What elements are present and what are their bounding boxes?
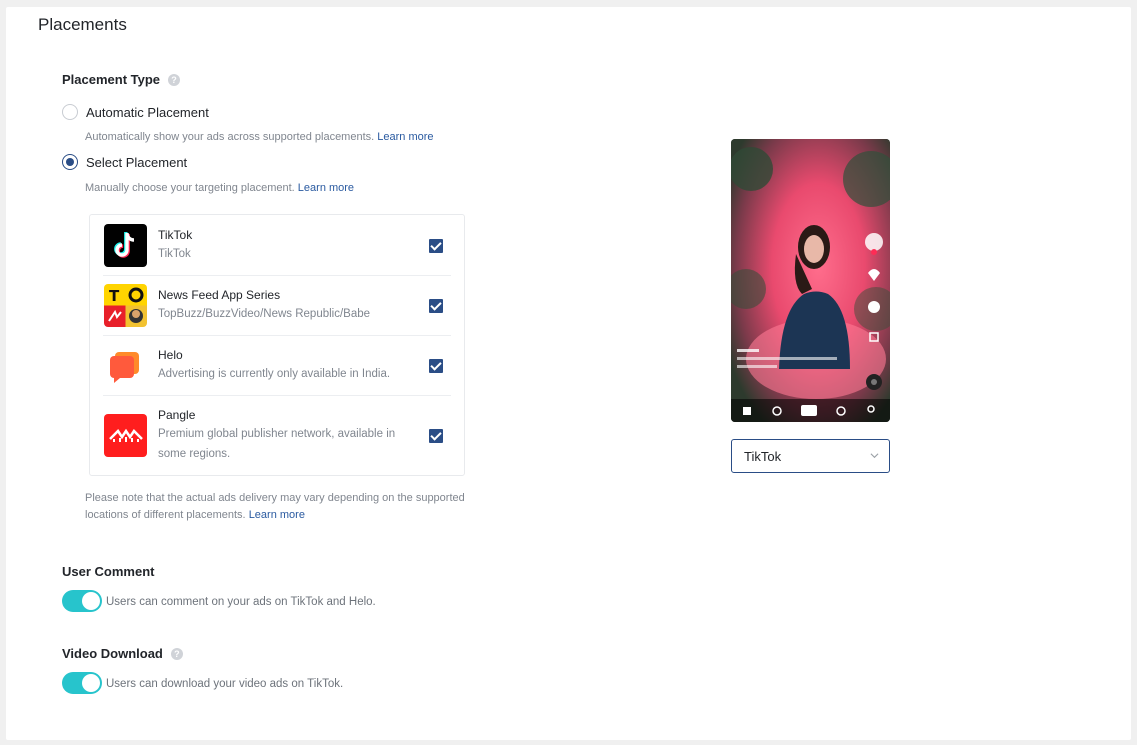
radio-automatic-placement[interactable]: Automatic Placement (62, 104, 209, 120)
video-download-toggle[interactable] (62, 672, 102, 694)
placement-item-news-feed[interactable]: T News Feed App Series TopBuzz/BuzzVideo… (90, 276, 464, 336)
preview-image (731, 139, 890, 422)
radio-label: Select Placement (86, 154, 188, 170)
svg-text:T: T (109, 287, 120, 305)
ad-preview-phone (731, 139, 890, 422)
user-comment-hint: Users can comment on your ads on TikTok … (106, 596, 376, 608)
helo-logo-icon (104, 344, 147, 387)
video-download-hint: Users can download your video ads on Tik… (106, 678, 344, 690)
news-feed-logo-icon: T (104, 284, 147, 327)
tiktok-logo-icon (104, 224, 147, 267)
placement-item-tiktok[interactable]: TikTok TikTok (90, 215, 464, 276)
placement-desc: Advertising is currently only available … (158, 368, 391, 380)
select-placement-hint: Manually choose your targeting placement… (85, 180, 354, 197)
checkbox-pangle[interactable] (429, 429, 443, 443)
user-comment-label: User Comment (62, 564, 155, 579)
user-comment-toggle[interactable] (62, 590, 102, 612)
radio-select-placement[interactable]: Select Placement (62, 154, 187, 170)
checkbox-tiktok[interactable] (429, 239, 443, 253)
placement-desc: TikTok (158, 248, 191, 260)
placement-name: News Feed App Series (158, 288, 281, 302)
video-download-text: Video Download (62, 646, 163, 661)
learn-more-link[interactable]: Learn more (298, 182, 354, 194)
placement-desc: Premium global publisher network, availa… (158, 428, 396, 460)
help-icon[interactable]: ? (168, 73, 181, 86)
automatic-placement-hint: Automatically show your ads across suppo… (85, 129, 434, 146)
placement-name: TikTok (158, 228, 193, 242)
placement-name: Helo (158, 348, 183, 362)
help-icon[interactable]: ? (170, 647, 183, 660)
select-value: TikTok (744, 449, 782, 464)
video-download-label: Video Download? (62, 646, 183, 661)
radio-checked-icon[interactable] (62, 154, 78, 170)
placement-item-pangle[interactable]: Pangle Premium global publisher network,… (90, 396, 464, 476)
hint-text: Manually choose your targeting placement… (85, 182, 295, 194)
placement-item-helo[interactable]: Helo Advertising is currently only avail… (90, 336, 464, 396)
learn-more-link[interactable]: Learn more (249, 509, 305, 521)
radio-label: Automatic Placement (86, 104, 209, 120)
placement-name: Pangle (158, 408, 196, 422)
placement-preview-select[interactable]: TikTok (731, 439, 890, 473)
placement-desc: TopBuzz/BuzzVideo/News Republic/Babe (158, 308, 371, 320)
placement-list: TikTok TikTok T News Feed App Series Top… (89, 214, 465, 476)
checkbox-helo[interactable] (429, 359, 443, 373)
checkbox-news-feed[interactable] (429, 299, 443, 313)
note-line-1: Please note that the actual ads delivery… (85, 492, 465, 504)
radio-icon[interactable] (62, 104, 78, 120)
placements-card: Placements Placement Type? Automatic Pla… (6, 7, 1131, 740)
placement-type-text: Placement Type (62, 72, 161, 87)
section-title: Placements (38, 15, 127, 34)
chevron-down-icon (870, 453, 879, 459)
pangle-logo-icon (104, 414, 147, 457)
hint-text: Automatically show your ads across suppo… (85, 131, 375, 143)
note-line-2: locations of different placements. (85, 509, 246, 521)
learn-more-link[interactable]: Learn more (377, 131, 433, 143)
delivery-note: Please note that the actual ads delivery… (85, 490, 525, 524)
placement-type-label: Placement Type? (62, 72, 181, 87)
